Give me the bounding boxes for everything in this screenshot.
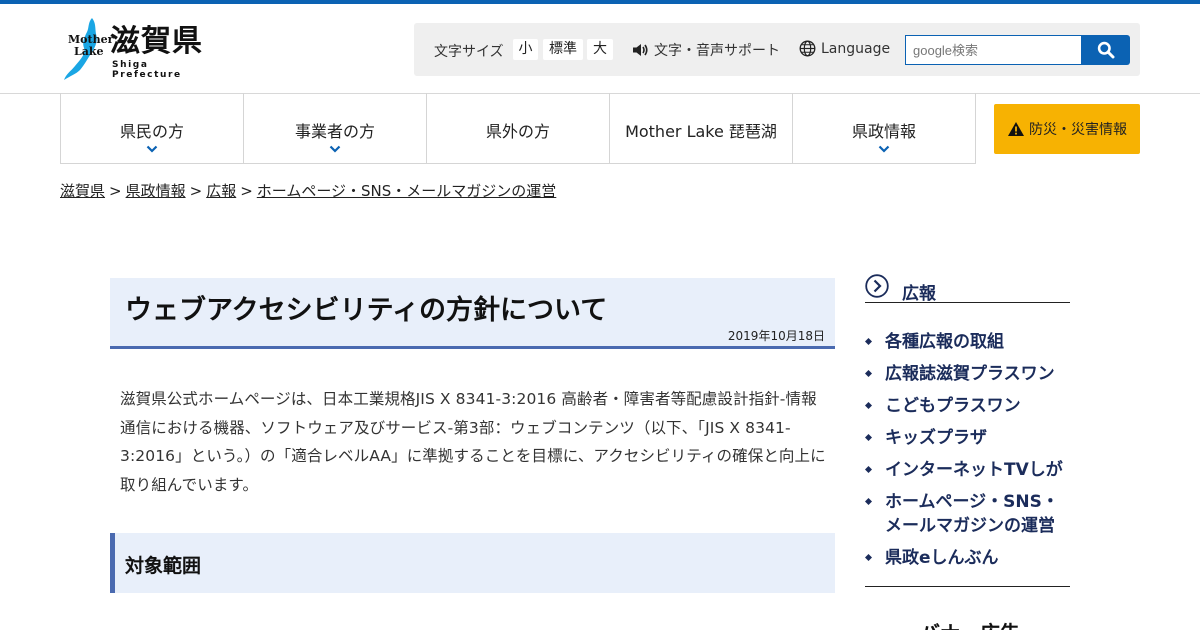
utility-bar: 文字サイズ 小 標準 大 文字・音声サポート Language <box>414 23 1140 76</box>
side-nav-list: 各種広報の取組 広報誌滋賀プラスワン こどもプラスワン キッズプラザ インターネ… <box>865 330 1075 578</box>
side-nav-item-label: キッズプラザ <box>885 428 987 448</box>
font-size-large-button[interactable]: 大 <box>587 39 613 60</box>
side-nav-header: 広報 <box>865 274 1070 304</box>
side-nav-item[interactable]: 県政eしんぶん <box>865 546 1075 570</box>
nav-item-label: 県外の方 <box>485 122 550 141</box>
diamond-bullet-icon <box>865 434 872 441</box>
side-nav-item-label: 広報誌滋賀プラスワン <box>885 364 1055 384</box>
nav-item-label: 事業者の方 <box>294 122 375 141</box>
side-nav-item-label-line2: メールマガジンの運営 <box>885 516 1055 536</box>
global-nav: 県民の方 事業者の方 県外の方 Mother Lake 琵琶湖 県政情報 <box>60 93 976 164</box>
banner-ad-heading: バナー広告 <box>920 617 1020 630</box>
breadcrumb-separator: > <box>189 182 203 200</box>
globe-icon <box>799 40 816 57</box>
breadcrumb-link-website-operation[interactable]: ホームページ・SNS・メールマガジンの運営 <box>257 182 557 200</box>
diamond-bullet-icon <box>865 554 872 561</box>
disaster-info-label: 防災・災害情報 <box>1029 122 1127 138</box>
breadcrumb: 滋賀県 > 県政情報 > 広報 > ホームページ・SNS・メールマガジンの運営 <box>60 180 556 201</box>
font-size-normal-button[interactable]: 標準 <box>543 39 583 60</box>
side-nav-item-current[interactable]: ホームページ・SNS・ メールマガジンの運営 <box>865 490 1075 538</box>
nav-item-residents[interactable]: 県民の方 <box>61 93 244 163</box>
side-nav-item-label: こどもプラスワン <box>885 396 1021 416</box>
circle-chevron-right-icon <box>865 274 889 298</box>
page-title-box: ウェブアクセシビリティの方針について 2019年10月18日 <box>110 278 835 349</box>
side-nav-item[interactable]: 広報誌滋賀プラスワン <box>865 362 1075 386</box>
language-label: Language <box>821 40 891 57</box>
side-nav-item[interactable]: 各種広報の取組 <box>865 330 1075 354</box>
page-title: ウェブアクセシビリティの方針について <box>125 295 608 326</box>
language-link[interactable]: Language <box>799 40 890 57</box>
search-icon <box>1097 41 1115 59</box>
support-label: 文字・音声サポート <box>654 43 780 59</box>
side-nav-divider <box>865 586 1070 587</box>
site-logo[interactable]: Mother Lake 滋賀県 Shiga Prefecture <box>62 16 207 82</box>
side-nav-item[interactable]: インターネットTVしが <box>865 458 1075 482</box>
logo-english-name: Shiga Prefecture <box>112 60 182 80</box>
diamond-bullet-icon <box>865 338 872 345</box>
font-size-small-button[interactable]: 小 <box>513 39 538 60</box>
diamond-bullet-icon <box>865 466 872 473</box>
breadcrumb-link-shiga[interactable]: 滋賀県 <box>60 182 105 200</box>
chevron-down-icon <box>146 145 158 153</box>
diamond-bullet-icon <box>865 402 872 409</box>
search-input[interactable] <box>905 35 1082 65</box>
breadcrumb-separator: > <box>109 182 122 200</box>
nav-item-government-info[interactable]: 県政情報 <box>793 93 975 163</box>
logo-prefecture-name: 滋賀県 <box>110 24 203 59</box>
side-nav-item-label: インターネットTVしが <box>885 460 1063 480</box>
nav-item-label: 県民の方 <box>119 122 184 141</box>
text-voice-support-link[interactable]: 文字・音声サポート <box>632 40 780 60</box>
warning-icon <box>1008 122 1024 136</box>
nav-item-label: 県政情報 <box>851 122 916 141</box>
nav-item-label: Mother Lake 琵琶湖 <box>625 122 777 141</box>
nav-item-visitors[interactable]: 県外の方 <box>427 93 610 163</box>
top-accent-bar <box>0 0 1200 4</box>
chevron-down-icon <box>329 145 341 153</box>
nav-item-business[interactable]: 事業者の方 <box>244 93 427 163</box>
section-heading: 対象範囲 <box>125 555 202 577</box>
side-nav-item-label: 各種広報の取組 <box>885 332 1004 352</box>
breadcrumb-separator: > <box>240 182 253 200</box>
diamond-bullet-icon <box>865 370 872 377</box>
breadcrumb-link-government-info[interactable]: 県政情報 <box>126 182 186 200</box>
section-heading-box: 対象範囲 <box>110 533 835 593</box>
update-date: 2019年10月18日 <box>727 329 825 343</box>
side-nav-item[interactable]: キッズプラザ <box>865 426 1075 450</box>
disaster-info-button[interactable]: 防災・災害情報 <box>994 104 1140 154</box>
nav-item-mother-lake[interactable]: Mother Lake 琵琶湖 <box>610 93 793 163</box>
side-nav-item-label-line1: ホームページ・SNS・ <box>885 492 1059 512</box>
font-size-label: 文字サイズ <box>434 44 504 60</box>
side-nav-item[interactable]: こどもプラスワン <box>865 394 1075 418</box>
logo-lake-text: Lake <box>74 45 104 58</box>
chevron-down-icon <box>878 145 890 153</box>
side-nav-item-label: 県政eしんぶん <box>885 548 999 568</box>
search-button[interactable] <box>1082 35 1130 65</box>
intro-paragraph: 滋賀県公式ホームページは、日本工業規格JIS X 8341-3:2016 高齢者… <box>120 390 826 494</box>
side-nav-title: 広報 <box>902 284 936 304</box>
speaker-icon <box>633 44 648 56</box>
diamond-bullet-icon <box>865 498 872 505</box>
breadcrumb-link-public-relations[interactable]: 広報 <box>206 182 236 200</box>
